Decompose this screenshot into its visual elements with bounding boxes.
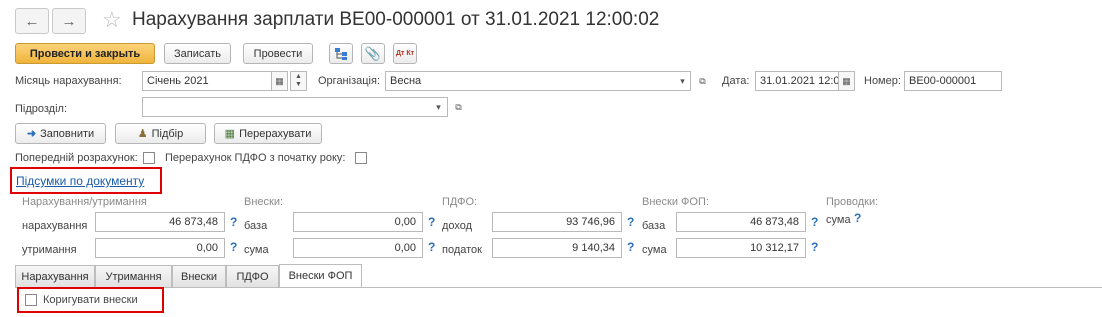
date-field[interactable]: 31.01.2021 12:0 (755, 71, 839, 91)
calculator-icon: ▦ (224, 128, 236, 140)
contrib-base-value: 0,00 (293, 212, 423, 232)
select-button-label: Підбір (151, 127, 184, 140)
month-field[interactable]: Січень 2021 (142, 71, 272, 91)
hierarchy-icon (335, 47, 347, 60)
back-button[interactable]: ← (15, 8, 49, 34)
help-icon[interactable]: ? (230, 215, 237, 229)
date-label: Дата: (722, 75, 750, 87)
entries-header: Проводки: (826, 196, 879, 208)
structure-button[interactable] (329, 43, 353, 64)
attach-button[interactable]: 📎 (361, 43, 385, 64)
contrib-base-label: база (244, 220, 268, 232)
help-icon[interactable]: ? (428, 240, 435, 254)
forward-button[interactable]: → (52, 8, 86, 34)
pdfo-recalc-label: Перерахунок ПДФО з початку року: (165, 152, 346, 164)
chevron-down-icon: ▾ (680, 75, 685, 86)
month-stepper[interactable]: ▲ ▼ (290, 71, 307, 91)
calendar-icon: ▦ (842, 75, 851, 86)
chevron-down-icon: ▼ (295, 81, 302, 88)
tab-pdfo[interactable]: ПДФО (226, 265, 279, 287)
tab-fop-contributions[interactable]: Внески ФОП (279, 264, 362, 287)
deduction-label: утримання (22, 244, 77, 256)
pdfo-income-value: 93 746,96 (492, 212, 622, 232)
accrual-value: 46 873,48 (95, 212, 225, 232)
open-icon: ⧉ (699, 75, 706, 86)
fill-button-label: Заповнити (40, 127, 95, 140)
entries-sum-label: сума (826, 214, 851, 226)
dept-field[interactable] (142, 97, 448, 117)
help-icon[interactable]: ? (428, 215, 435, 229)
dtkt-icon: Дт Кт (396, 49, 415, 57)
tab-contributions[interactable]: Внески (172, 265, 226, 287)
tab-accruals[interactable]: Нарахування (15, 265, 95, 287)
number-label: Номер: (864, 75, 901, 87)
month-label: Місяць нарахування: (15, 75, 122, 87)
pdfo-tax-label: податок (442, 244, 482, 256)
totals-link[interactable]: Підсумки по документу (16, 174, 144, 188)
open-icon: ⧉ (455, 101, 462, 112)
org-dropdown-button[interactable]: ▾ (674, 71, 691, 91)
recalculate-button[interactable]: ▦ Перерахувати (214, 123, 322, 144)
dtkt-button[interactable]: Дт Кт (393, 43, 417, 64)
number-field[interactable]: ВЕ00-000001 (904, 71, 1002, 91)
fop-base-value: 46 873,48 (676, 212, 806, 232)
org-open-button[interactable]: ⧉ (694, 71, 711, 91)
dept-label: Підрозділ: (15, 103, 68, 115)
arrow-right-icon: ➜ (26, 128, 37, 140)
dept-open-button[interactable]: ⧉ (450, 97, 467, 117)
arrow-right-icon: → (61, 12, 77, 30)
tab-deductions[interactable]: Утримання (95, 265, 172, 287)
select-button[interactable]: ♟ Підбір (115, 123, 206, 144)
pdfo-tax-value: 9 140,34 (492, 238, 622, 258)
help-icon[interactable]: ? (811, 215, 818, 229)
fop-sum-value: 10 312,17 (676, 238, 806, 258)
help-icon[interactable]: ? (811, 240, 818, 254)
calendar-button[interactable]: ▦ (271, 71, 288, 91)
fop-header: Внески ФОП: (642, 196, 709, 208)
adjust-contributions-checkbox[interactable] (25, 294, 37, 306)
chevron-down-icon: ▾ (436, 101, 441, 112)
help-icon[interactable]: ? (627, 215, 634, 229)
preliminary-checkbox[interactable] (143, 152, 155, 164)
org-label: Організація: (318, 75, 380, 87)
dept-dropdown-button[interactable]: ▾ (430, 97, 447, 117)
fop-base-label: база (642, 220, 666, 232)
contrib-sum-label: сума (244, 244, 269, 256)
org-field[interactable]: Весна (385, 71, 691, 91)
favorite-star-icon[interactable]: ☆ (102, 7, 122, 33)
post-button[interactable]: Провести (243, 43, 313, 64)
fop-sum-label: сума (642, 244, 667, 256)
calendar-icon: ▦ (275, 75, 284, 86)
save-button[interactable]: Записать (164, 43, 231, 64)
contrib-sum-value: 0,00 (293, 238, 423, 258)
tab-strip-line (15, 287, 1102, 288)
chevron-up-icon: ▲ (295, 73, 302, 80)
paperclip-icon: 📎 (364, 45, 382, 61)
fill-button[interactable]: ➜ Заповнити (15, 123, 106, 144)
accrual-header: Нарахування/утримання (22, 196, 147, 208)
pdfo-income-label: доход (442, 220, 473, 232)
adjust-contributions-label: Коригувати внески (43, 294, 138, 306)
help-icon[interactable]: ? (627, 240, 634, 254)
preliminary-label: Попередній розрахунок: (15, 152, 138, 164)
accrual-label: нарахування (22, 220, 88, 232)
deduction-value: 0,00 (95, 238, 225, 258)
people-icon: ♟ (137, 128, 148, 140)
contrib-header: Внески: (244, 196, 284, 208)
help-icon[interactable]: ? (854, 211, 861, 225)
pdfo-recalc-checkbox[interactable] (355, 152, 367, 164)
page-title: Нарахування зарплати ВЕ00-000001 от 31.0… (132, 9, 660, 30)
post-and-close-button[interactable]: Провести и закрыть (15, 43, 155, 64)
date-calendar-button[interactable]: ▦ (838, 71, 855, 91)
help-icon[interactable]: ? (230, 240, 237, 254)
arrow-left-icon: ← (24, 12, 40, 30)
pdfo-header: ПДФО: (442, 196, 478, 208)
recalculate-button-label: Перерахувати (239, 127, 312, 140)
